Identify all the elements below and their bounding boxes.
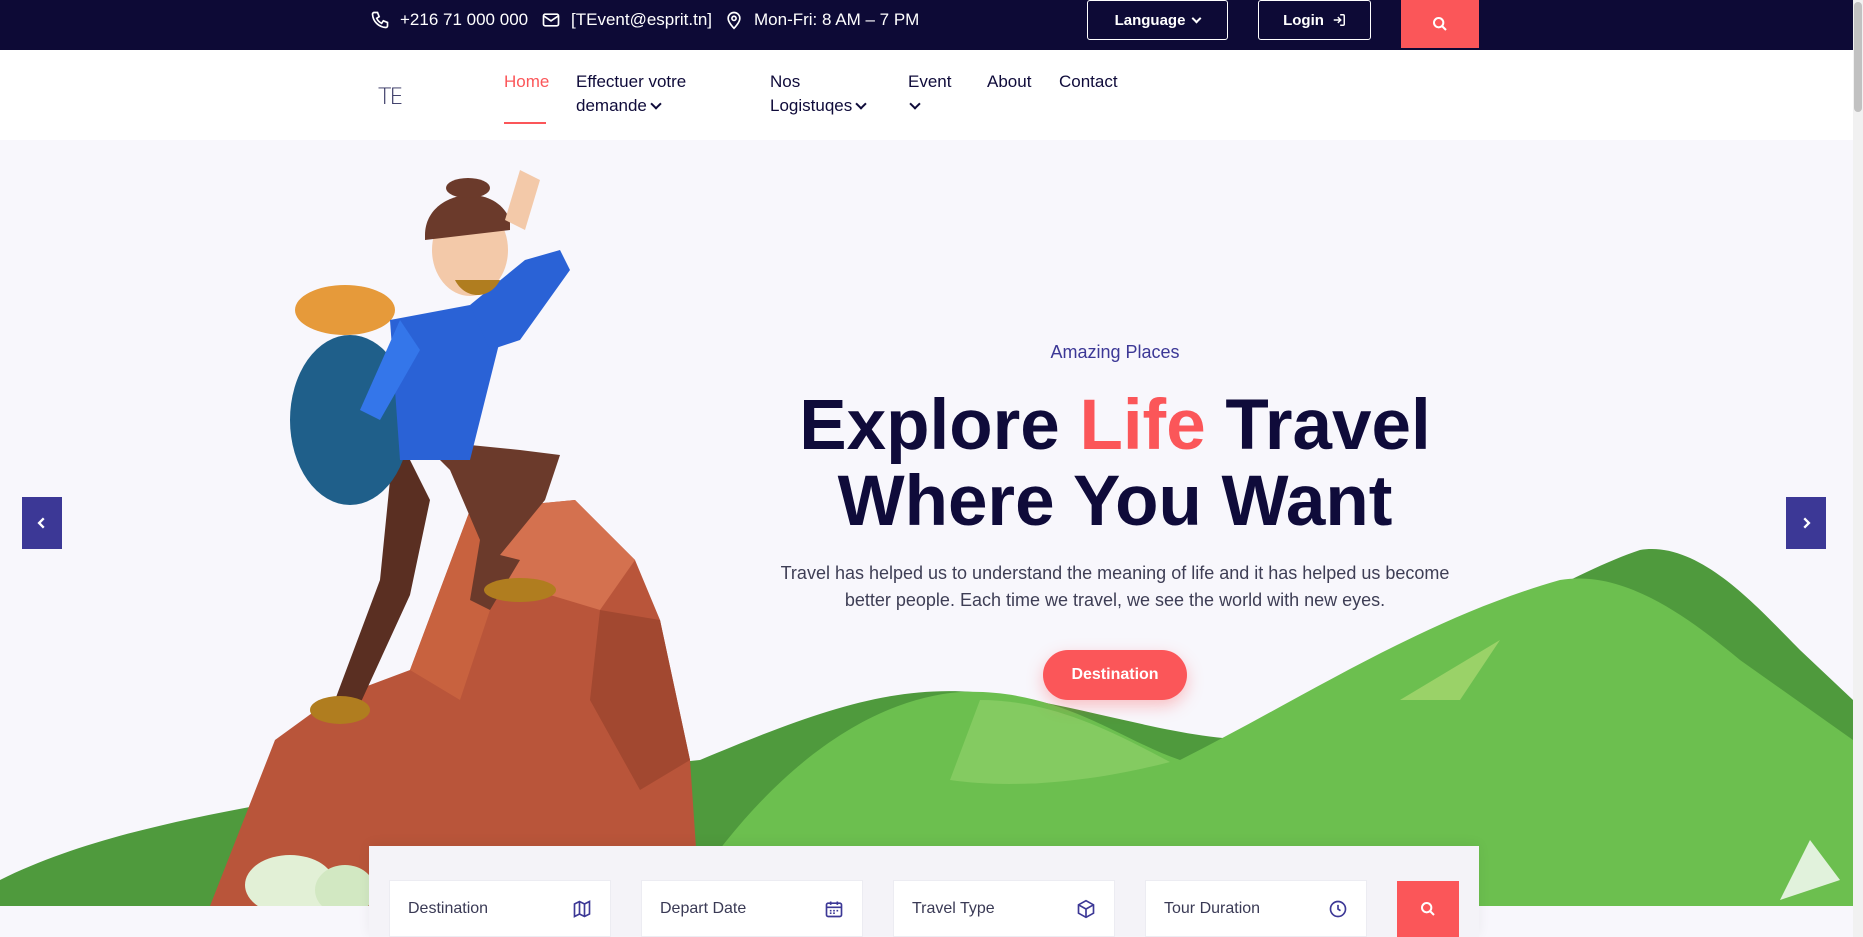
nav-contact[interactable]: Contact bbox=[1059, 70, 1118, 94]
login-label: Login bbox=[1283, 11, 1324, 29]
hero-headline: Explore Life Travel Where You Want bbox=[720, 388, 1510, 540]
hours-text: Mon-Fri: 8 AM – 7 PM bbox=[754, 10, 920, 29]
language-label: Language bbox=[1114, 11, 1186, 29]
nav-contact-label: Contact bbox=[1059, 72, 1118, 91]
scrollbar-thumb[interactable] bbox=[1854, 2, 1862, 112]
mail-icon bbox=[542, 13, 560, 27]
travel-type-label: Travel Type bbox=[912, 899, 995, 917]
destination-field[interactable]: Destination bbox=[389, 880, 611, 937]
chevron-down-icon bbox=[855, 98, 867, 110]
language-button[interactable]: Language bbox=[1087, 0, 1228, 40]
map-icon bbox=[573, 899, 591, 918]
nav-demande[interactable]: Effectuer votre demande bbox=[576, 70, 686, 118]
nav-logistiques-label: Nos bbox=[770, 72, 801, 91]
search-icon bbox=[1433, 17, 1447, 31]
destination-field-label: Destination bbox=[408, 899, 489, 917]
active-nav-indicator bbox=[504, 122, 546, 124]
nav-demande-label: Effectuer votre bbox=[576, 72, 687, 91]
tour-duration-field[interactable]: Tour Duration bbox=[1145, 880, 1367, 937]
phone-icon bbox=[371, 11, 389, 29]
clock-icon bbox=[1329, 900, 1347, 917]
calendar-icon bbox=[825, 901, 843, 917]
box-icon bbox=[1077, 899, 1095, 918]
chevron-left-icon bbox=[37, 517, 45, 529]
nav-event-label: Event bbox=[908, 72, 952, 91]
nav-demande-label-2: demande bbox=[576, 96, 647, 115]
chevron-down-icon bbox=[909, 98, 921, 110]
hero-subtitle: Amazing Places bbox=[1050, 342, 1180, 362]
depart-date-label: Depart Date bbox=[660, 899, 747, 917]
tour-duration-label: Tour Duration bbox=[1164, 899, 1261, 917]
nav-event[interactable]: Event bbox=[908, 70, 951, 118]
headline-part2: Travel bbox=[1205, 386, 1431, 465]
nav-logistiques-label-2: Logistuqes bbox=[770, 96, 853, 115]
chevron-down-icon bbox=[1191, 13, 1202, 23]
trip-search-form: Destination Depart Date Travel Type Tour… bbox=[369, 846, 1479, 937]
phone-text: +216 71 000 000 bbox=[400, 10, 529, 29]
slider-next-button[interactable] bbox=[1786, 497, 1826, 549]
main-navbar: TE Home Effectuer votre demande Nos Logi… bbox=[0, 50, 1853, 140]
headline-part1: Explore bbox=[799, 386, 1080, 465]
email-text: [TEvent@esprit.tn] bbox=[571, 10, 713, 29]
form-search-button[interactable] bbox=[1397, 881, 1459, 937]
hero-description: Travel has helped us to understand the m… bbox=[780, 563, 1450, 610]
slider-prev-button[interactable] bbox=[22, 497, 62, 549]
phone-contact[interactable]: +216 71 000 000 bbox=[370, 9, 528, 31]
headline-highlight: Life bbox=[1079, 386, 1206, 465]
chevron-down-icon bbox=[650, 98, 662, 110]
page-scrollbar[interactable] bbox=[1853, 0, 1863, 937]
top-bar: +216 71 000 000 [TEvent@esprit.tn] Mon-F… bbox=[0, 0, 1853, 50]
top-search-button[interactable] bbox=[1401, 0, 1479, 48]
chevron-right-icon bbox=[1803, 517, 1811, 529]
login-button[interactable]: Login bbox=[1258, 0, 1371, 40]
location-pin-icon bbox=[727, 11, 741, 30]
login-icon bbox=[1333, 14, 1345, 26]
nav-about[interactable]: About bbox=[987, 70, 1031, 94]
hours-info: Mon-Fri: 8 AM – 7 PM bbox=[724, 9, 919, 31]
destination-button[interactable]: Destination bbox=[1043, 650, 1187, 700]
site-logo[interactable]: TE bbox=[378, 85, 403, 110]
email-contact[interactable]: [TEvent@esprit.tn] bbox=[541, 9, 712, 31]
nav-about-label: About bbox=[987, 72, 1032, 91]
travel-type-field[interactable]: Travel Type bbox=[893, 880, 1115, 937]
nav-home[interactable]: Home bbox=[504, 70, 549, 94]
hero-slider: Amazing Places Explore Life Travel Where… bbox=[0, 140, 1853, 906]
headline-line2: Where You Want bbox=[837, 462, 1393, 541]
depart-date-field[interactable]: Depart Date bbox=[641, 880, 863, 937]
search-icon bbox=[1421, 902, 1435, 916]
nav-logistiques[interactable]: Nos Logistuqes bbox=[770, 70, 867, 118]
nav-home-label: Home bbox=[504, 72, 550, 91]
